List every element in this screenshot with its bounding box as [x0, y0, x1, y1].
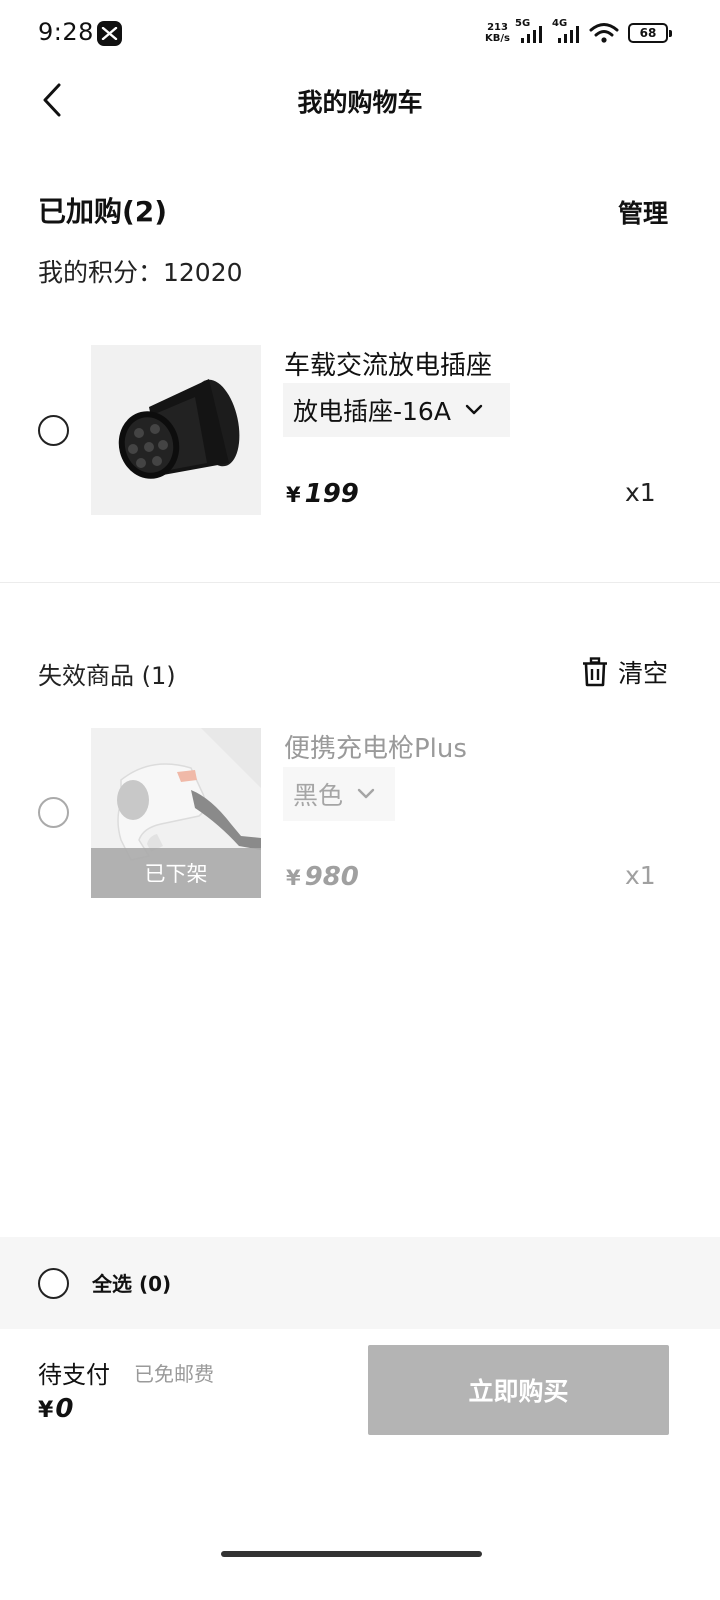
spec-value: 放电插座-16A — [293, 397, 451, 426]
manage-button[interactable]: 管理 — [618, 194, 668, 230]
x-badge-icon — [97, 21, 122, 46]
product-image-disabled: 已下架 — [91, 728, 261, 898]
product-name[interactable]: 车载交流放电插座 — [284, 345, 492, 382]
signal-4g-label: 4G — [552, 18, 568, 29]
product-quantity: x1 — [625, 478, 656, 507]
select-all-checkbox[interactable] — [38, 1268, 69, 1299]
product-price: ¥199 — [286, 479, 359, 509]
invalid-items-title: 失效商品 (1) — [38, 662, 176, 690]
status-bar: 9:28 213 KB/s 5G 4G 68 — [0, 0, 720, 66]
select-all-bar: 全选 (0) — [0, 1237, 720, 1329]
item-checkbox[interactable] — [38, 415, 69, 446]
signal-5g: 5G — [515, 18, 547, 44]
spec-selector[interactable]: 放电插座-16A — [283, 383, 510, 437]
price-value: 199 — [304, 479, 359, 509]
pending-payment-label: 待支付 — [38, 1361, 110, 1389]
clear-button[interactable]: 清空 — [582, 654, 668, 690]
product-name-disabled: 便携充电枪Plus — [284, 734, 467, 764]
buy-now-button[interactable]: 立即购买 — [368, 1345, 669, 1435]
clear-label: 清空 — [617, 659, 668, 688]
total-value: 0 — [55, 1394, 74, 1424]
spec-value: 黑色 — [293, 781, 344, 810]
net-speed: 213 KB/s — [485, 22, 510, 44]
cart-count-title: 已加购(2) — [38, 195, 168, 228]
product-quantity-disabled: x1 — [625, 861, 656, 890]
points-balance: 我的积分：12020 — [38, 258, 243, 287]
net-speed-value: 213 — [487, 22, 508, 33]
price-currency: ¥ — [286, 866, 301, 890]
item-checkbox-disabled — [38, 797, 69, 828]
signal-4g: 4G — [552, 18, 584, 44]
total-currency: ¥ — [38, 1398, 54, 1423]
select-all-label[interactable]: 全选 (0) — [92, 1268, 171, 1297]
spec-selector-disabled: 黑色 — [283, 767, 395, 821]
shipping-note: 已免邮费 — [134, 1362, 214, 1386]
nav-header: 我的购物车 — [0, 66, 720, 132]
signal-5g-label: 5G — [515, 18, 531, 29]
home-indicator[interactable] — [221, 1551, 482, 1557]
section-divider — [0, 582, 720, 583]
chevron-down-icon — [465, 404, 483, 415]
page-title: 我的购物车 — [297, 88, 423, 117]
status-indicators: 213 KB/s 5G 4G 68 — [485, 18, 672, 48]
wifi-icon — [589, 23, 619, 43]
price-currency: ¥ — [286, 483, 301, 507]
discharge-socket-image — [91, 345, 261, 515]
product-image[interactable] — [91, 345, 261, 515]
price-value: 980 — [304, 862, 359, 892]
chevron-down-icon — [357, 788, 375, 799]
battery-icon: 68 — [628, 23, 672, 43]
net-speed-unit: KB/s — [485, 33, 510, 44]
status-time: 9:28 — [38, 18, 94, 46]
product-price-disabled: ¥980 — [286, 862, 359, 892]
off-shelf-badge: 已下架 — [91, 848, 261, 898]
total-amount: ¥0 — [38, 1394, 73, 1424]
trash-icon — [582, 657, 607, 687]
